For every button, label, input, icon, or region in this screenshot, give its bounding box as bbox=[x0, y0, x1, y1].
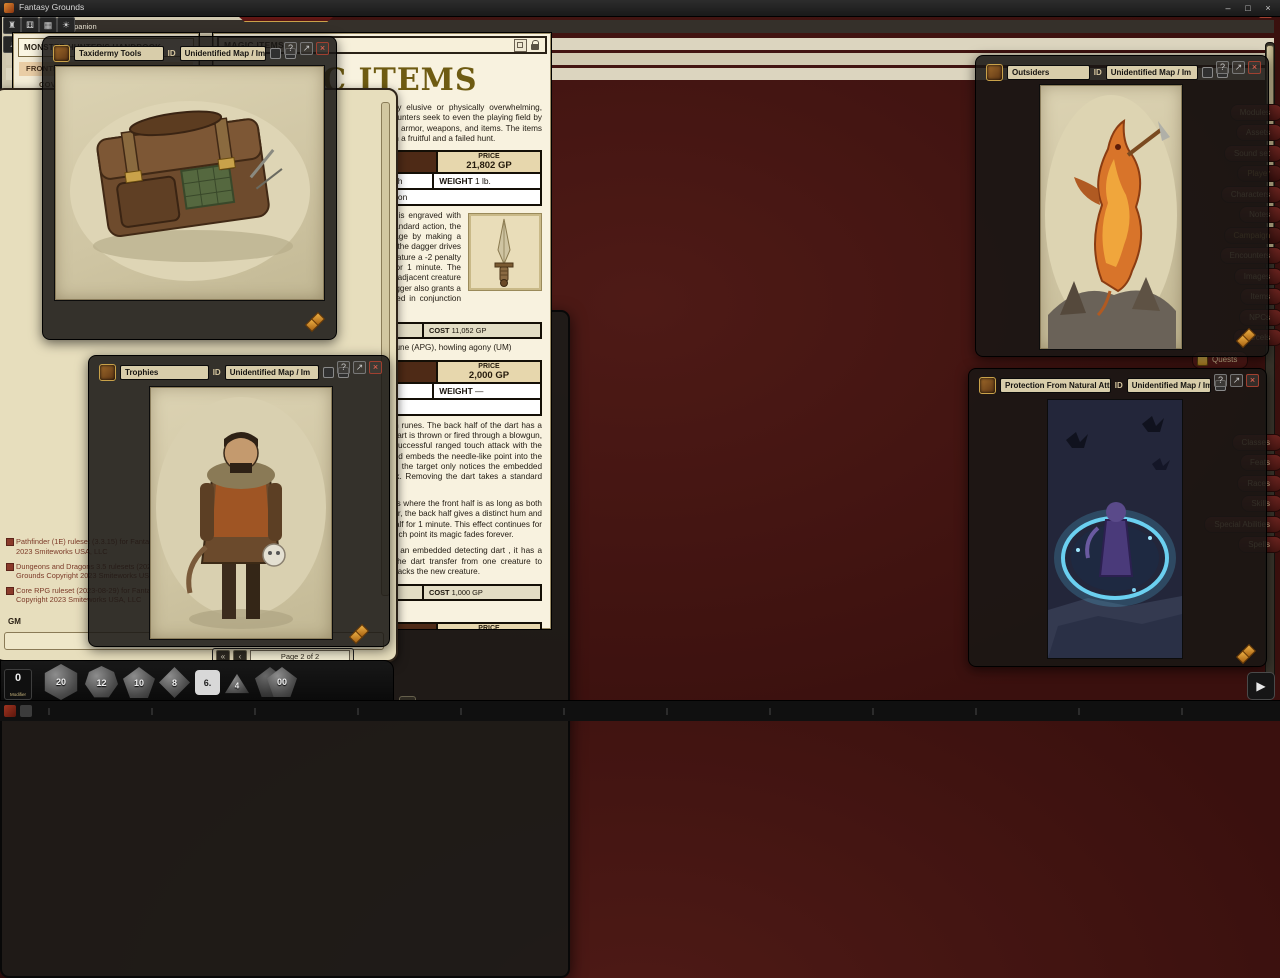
help-icon[interactable]: ? bbox=[1214, 374, 1227, 387]
cost-value: 11,052 GP bbox=[452, 326, 487, 335]
resize-grip[interactable] bbox=[1238, 646, 1254, 662]
image-title-field[interactable]: Trophies bbox=[120, 365, 209, 380]
protection-window: ? ↗ × Protection From Natural Attack ID … bbox=[968, 368, 1267, 667]
id-label: ID bbox=[1094, 68, 1102, 77]
weight-label: WEIGHT bbox=[439, 176, 473, 186]
help-icon[interactable]: ? bbox=[1216, 61, 1229, 74]
app-icon bbox=[4, 3, 14, 13]
hotkey-slot[interactable] bbox=[872, 708, 874, 715]
dagger-artwork[interactable] bbox=[468, 213, 542, 291]
module-icon bbox=[986, 64, 1003, 81]
popout-icon[interactable]: ↗ bbox=[353, 361, 366, 374]
close-icon[interactable]: × bbox=[1248, 61, 1261, 74]
price-label: PRICE bbox=[440, 625, 538, 630]
id-label: ID bbox=[1115, 381, 1123, 390]
eye-icon[interactable] bbox=[323, 367, 334, 378]
outsiders-window: ? ↗ × Outsiders ID Unidentified Map / Im bbox=[975, 55, 1269, 357]
trophies-artwork[interactable] bbox=[149, 386, 333, 640]
id-label: ID bbox=[168, 49, 176, 58]
hotkey-slot[interactable] bbox=[460, 708, 462, 715]
weight-value: 1 lb. bbox=[475, 176, 491, 186]
cost-label: COST bbox=[429, 326, 450, 335]
hotkey-slot[interactable] bbox=[975, 708, 977, 715]
modifier-value: 0 bbox=[5, 672, 31, 684]
resize-grip[interactable] bbox=[1238, 330, 1254, 346]
price-value: 21,802 GP bbox=[440, 161, 538, 171]
hotkey-slot[interactable] bbox=[1181, 708, 1183, 715]
close-icon[interactable]: × bbox=[369, 361, 382, 374]
help-icon[interactable]: ? bbox=[337, 361, 350, 374]
d12-die[interactable]: 12 bbox=[85, 666, 118, 699]
protection-artwork[interactable] bbox=[1047, 399, 1183, 659]
trophies-window: ? ↗ × Trophies ID Unidentified Map / Im bbox=[88, 355, 390, 647]
weight-label: WEIGHT bbox=[439, 386, 473, 396]
d4-die[interactable]: 4 bbox=[225, 672, 249, 695]
hotkey-slot[interactable] bbox=[1078, 708, 1080, 715]
module-icon bbox=[99, 364, 116, 381]
app-title: Fantasy Grounds bbox=[19, 2, 84, 12]
id-label: ID bbox=[213, 368, 221, 377]
hotkey-slot-icon[interactable] bbox=[20, 705, 32, 717]
hotkey-bar bbox=[0, 700, 1280, 721]
window-titlebar: Fantasy Grounds – □ × bbox=[0, 0, 1280, 17]
module-icon bbox=[979, 377, 996, 394]
close-button[interactable]: × bbox=[1260, 2, 1276, 14]
cost-label: COST bbox=[429, 588, 450, 597]
modifier-label: Modifier bbox=[5, 693, 31, 698]
modifier-box[interactable]: 0 Modifier bbox=[4, 669, 32, 700]
resize-grip[interactable] bbox=[307, 314, 323, 330]
gm-label: GM bbox=[8, 617, 21, 626]
hotkey-slot[interactable] bbox=[357, 708, 359, 715]
export-icon[interactable] bbox=[514, 39, 527, 52]
minimize-button[interactable]: – bbox=[1220, 2, 1236, 14]
price-value: 2,000 GP bbox=[440, 371, 538, 381]
play-button[interactable]: ▶ bbox=[1247, 672, 1275, 700]
help-icon[interactable]: ? bbox=[284, 42, 297, 55]
hotkey-slot[interactable] bbox=[563, 708, 565, 715]
weight-value: — bbox=[475, 386, 483, 396]
image-id-field[interactable]: Unidentified Map / Im bbox=[1127, 378, 1211, 393]
lock-icon[interactable] bbox=[531, 40, 540, 51]
maximize-button[interactable]: □ bbox=[1240, 2, 1256, 14]
close-icon[interactable]: × bbox=[1246, 374, 1259, 387]
taxidermy-tools-window: ? ↗ × Taxidermy Tools ID Unidentified Ma… bbox=[42, 36, 337, 340]
image-title-field[interactable]: Protection From Natural Attack bbox=[1000, 378, 1111, 393]
dice-tray: 0 Modifier 20 12 10 8 6. 4 00 bbox=[0, 660, 394, 703]
eye-icon[interactable] bbox=[1202, 67, 1213, 78]
d10-die[interactable]: 10 bbox=[123, 667, 155, 698]
d20-die[interactable]: 20 bbox=[43, 664, 79, 700]
fg-logo-icon[interactable] bbox=[4, 705, 16, 717]
hotkey-slot[interactable] bbox=[48, 708, 50, 715]
d6-die[interactable]: 6. bbox=[195, 670, 220, 695]
module-icon bbox=[53, 45, 70, 62]
image-id-field[interactable]: Unidentified Map / Im bbox=[1106, 65, 1198, 80]
image-title-field[interactable]: Taxidermy Tools bbox=[74, 46, 164, 61]
image-id-field[interactable]: Unidentified Map / Im bbox=[225, 365, 319, 380]
cost-value: 1,000 GP bbox=[452, 588, 483, 597]
outsiders-artwork[interactable] bbox=[1039, 84, 1183, 350]
resize-grip[interactable] bbox=[351, 626, 367, 642]
hotkey-slot[interactable] bbox=[151, 708, 153, 715]
image-title-field[interactable]: Outsiders bbox=[1007, 65, 1090, 80]
hotkey-slot[interactable] bbox=[769, 708, 771, 715]
taxidermy-tools-artwork[interactable] bbox=[54, 65, 325, 301]
eye-icon[interactable] bbox=[270, 48, 281, 59]
popout-icon[interactable]: ↗ bbox=[1232, 61, 1245, 74]
hotkey-slot[interactable] bbox=[254, 708, 256, 715]
close-icon[interactable]: × bbox=[316, 42, 329, 55]
popout-icon[interactable]: ↗ bbox=[1230, 374, 1243, 387]
image-id-field[interactable]: Unidentified Map / Im bbox=[180, 46, 266, 61]
d8-die[interactable]: 8 bbox=[159, 667, 190, 698]
hotkey-slot[interactable] bbox=[666, 708, 668, 715]
popout-icon[interactable]: ↗ bbox=[300, 42, 313, 55]
